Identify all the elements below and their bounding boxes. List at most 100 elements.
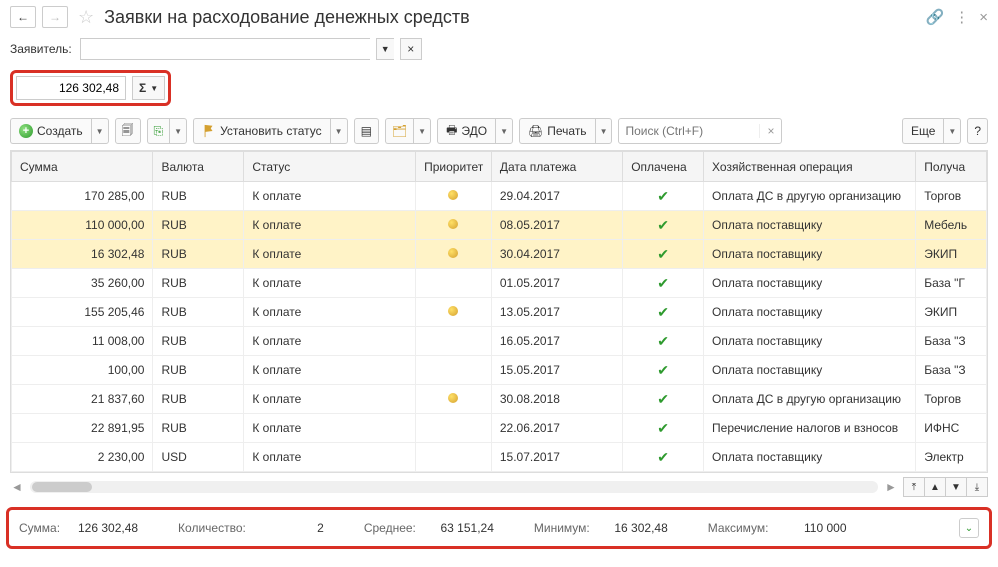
plus-icon: + xyxy=(19,124,33,138)
table-row[interactable]: 110 000,00RUBК оплате08.05.2017✔Оплата п… xyxy=(12,211,987,240)
cell-operation: Оплата поставщику xyxy=(704,269,916,298)
footer-max-value: 110 000 xyxy=(777,521,847,535)
cell-date: 01.05.2017 xyxy=(491,269,622,298)
close-icon[interactable]: × xyxy=(979,9,988,26)
cell-status: К оплате xyxy=(244,298,416,327)
based-on-icon: ⎘ xyxy=(154,124,164,139)
print-label: Печать xyxy=(547,124,586,138)
cell-paid: ✔ xyxy=(623,443,704,472)
table-row[interactable]: 16 302,48RUBК оплате30.04.2017✔Оплата по… xyxy=(12,240,987,269)
search-clear-button[interactable]: × xyxy=(759,124,781,138)
cell-priority xyxy=(416,269,492,298)
col-recipient-header[interactable]: Получа xyxy=(916,152,987,182)
table-row[interactable]: 155 205,46RUBК оплате13.05.2017✔Оплата п… xyxy=(12,298,987,327)
cell-currency: USD xyxy=(153,443,244,472)
more-button[interactable]: Еще xyxy=(902,118,943,144)
cell-paid: ✔ xyxy=(623,414,704,443)
nav-up-button[interactable]: ▲ xyxy=(924,477,946,497)
h-scroll-thumb[interactable] xyxy=(32,482,92,492)
scroll-right-icon[interactable]: ► xyxy=(884,480,898,494)
cell-paid: ✔ xyxy=(623,182,704,211)
list-view-button[interactable]: ▤ xyxy=(354,118,379,144)
set-status-dropdown[interactable]: ▼ xyxy=(330,118,348,144)
cell-currency: RUB xyxy=(153,385,244,414)
copy-button[interactable]: 🗐 xyxy=(115,118,141,144)
scroll-left-icon[interactable]: ◄ xyxy=(10,480,24,494)
cell-recipient: ИФНС xyxy=(916,414,987,443)
col-currency-header[interactable]: Валюта xyxy=(153,152,244,182)
print-button[interactable]: 🖨 Печать xyxy=(519,118,595,144)
cell-currency: RUB xyxy=(153,414,244,443)
footer-expand-button[interactable]: ⌄ xyxy=(959,518,979,538)
cell-date: 30.08.2018 xyxy=(491,385,622,414)
nav-bottom-button[interactable]: ⤓ xyxy=(966,477,988,497)
link-icon[interactable]: 🔗 xyxy=(926,8,945,26)
col-date-header[interactable]: Дата платежа xyxy=(491,152,622,182)
table-row[interactable]: 11 008,00RUBК оплате16.05.2017✔Оплата по… xyxy=(12,327,987,356)
attach-dropdown[interactable]: ▼ xyxy=(413,118,431,144)
cell-paid: ✔ xyxy=(623,211,704,240)
cell-recipient: ЭКИП xyxy=(916,298,987,327)
footer-max-label: Максимум: xyxy=(708,521,769,535)
nav-top-button[interactable]: ⤒ xyxy=(903,477,925,497)
help-button[interactable]: ? xyxy=(967,118,988,144)
cell-operation: Оплата поставщику xyxy=(704,240,916,269)
cell-priority xyxy=(416,182,492,211)
footer-count-label: Количество: xyxy=(178,521,246,535)
cell-currency: RUB xyxy=(153,298,244,327)
print-dropdown[interactable]: ▼ xyxy=(595,118,613,144)
edo-dropdown[interactable]: ▼ xyxy=(495,118,513,144)
cell-sum: 2 230,00 xyxy=(12,443,153,472)
table-row[interactable]: 2 230,00USDК оплате15.07.2017✔Оплата пос… xyxy=(12,443,987,472)
table-row[interactable]: 35 260,00RUBК оплате01.05.2017✔Оплата по… xyxy=(12,269,987,298)
cell-paid: ✔ xyxy=(623,385,704,414)
col-paid-header[interactable]: Оплачена xyxy=(623,152,704,182)
footer-count-value: 2 xyxy=(254,521,324,535)
col-status-header[interactable]: Статус xyxy=(244,152,416,182)
table-row[interactable]: 170 285,00RUBК оплате29.04.2017✔Оплата Д… xyxy=(12,182,987,211)
edo-label: ЭДО xyxy=(461,124,487,138)
chevron-down-icon: ▼ xyxy=(150,84,158,93)
nav-forward-button[interactable]: → xyxy=(42,6,68,28)
cell-sum: 21 837,60 xyxy=(12,385,153,414)
printer-icon: 🖨 xyxy=(528,124,543,138)
total-sum-input[interactable] xyxy=(16,76,126,100)
applicant-dropdown[interactable]: ▼ xyxy=(376,38,394,60)
cell-sum: 16 302,48 xyxy=(12,240,153,269)
based-on-button[interactable]: ⎘ xyxy=(147,118,170,144)
header-row: Сумма Валюта Статус Приоритет Дата плате… xyxy=(12,152,987,182)
search-input[interactable] xyxy=(619,124,759,138)
sigma-button[interactable]: Σ ▼ xyxy=(132,76,165,100)
create-dropdown[interactable]: ▼ xyxy=(91,118,109,144)
cell-date: 15.05.2017 xyxy=(491,356,622,385)
cell-operation: Оплата поставщику xyxy=(704,443,916,472)
table-row[interactable]: 100,00RUBК оплате15.05.2017✔Оплата поста… xyxy=(12,356,987,385)
set-status-button[interactable]: Установить статус xyxy=(193,118,330,144)
footer-avg-label: Среднее: xyxy=(364,521,416,535)
table-row[interactable]: 22 891,95RUBК оплате22.06.2017✔Перечисле… xyxy=(12,414,987,443)
menu-dots-icon[interactable]: ⋮ xyxy=(954,8,969,26)
edo-button[interactable]: 🖶 ЭДО xyxy=(437,118,495,144)
cell-recipient: Мебель xyxy=(916,211,987,240)
applicant-input[interactable] xyxy=(80,38,370,60)
nav-down-button[interactable]: ▼ xyxy=(945,477,967,497)
bulb-icon xyxy=(448,393,458,403)
footer-min-value: 16 302,48 xyxy=(598,521,668,535)
create-button[interactable]: + Создать xyxy=(10,118,91,144)
col-sum-header[interactable]: Сумма xyxy=(12,152,153,182)
data-grid[interactable]: Сумма Валюта Статус Приоритет Дата плате… xyxy=(11,151,987,472)
nav-back-button[interactable]: ← xyxy=(10,6,36,28)
cell-operation: Оплата поставщику xyxy=(704,327,916,356)
h-scrollbar[interactable] xyxy=(30,481,878,493)
col-operation-header[interactable]: Хозяйственная операция xyxy=(704,152,916,182)
based-on-dropdown[interactable]: ▼ xyxy=(169,118,187,144)
more-dropdown[interactable]: ▼ xyxy=(943,118,961,144)
list-icon: ▤ xyxy=(361,124,372,138)
attach-button[interactable]: 🗂 xyxy=(385,118,413,144)
col-priority-header[interactable]: Приоритет xyxy=(416,152,492,182)
cell-recipient: База "З xyxy=(916,356,987,385)
applicant-clear-button[interactable]: × xyxy=(400,38,422,60)
cell-operation: Оплата ДС в другую организацию xyxy=(704,182,916,211)
table-row[interactable]: 21 837,60RUBК оплате30.08.2018✔Оплата ДС… xyxy=(12,385,987,414)
favorite-star-icon[interactable]: ☆ xyxy=(78,7,94,28)
